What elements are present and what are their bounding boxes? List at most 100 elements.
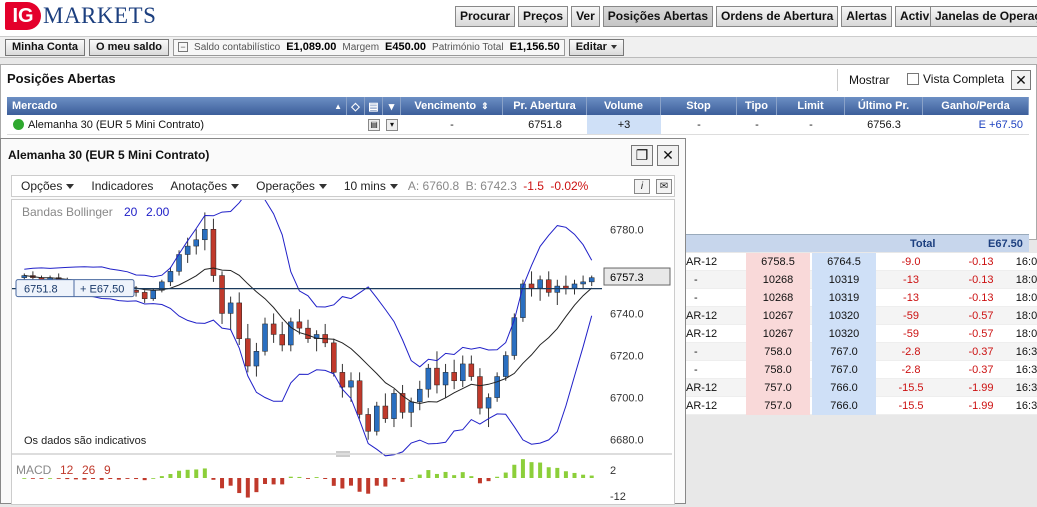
close-icon[interactable]: ✕: [657, 145, 679, 166]
saldo-label: Saldo contabilístico: [194, 41, 281, 53]
list-item[interactable]: - 758.0 767.0 -2.8 -0.37 16:3: [686, 343, 1037, 361]
order-sell[interactable]: 10268: [746, 271, 810, 289]
order-sell[interactable]: 10267: [746, 307, 810, 325]
posicoes-abertas-button[interactable]: Posições Abertas: [602, 6, 714, 27]
list-item[interactable]: - 758.0 767.0 -2.8 -0.37 16:3: [686, 361, 1037, 379]
row-mercado[interactable]: Alemanha 30 (EUR 5 Mini Contrato): [7, 115, 347, 134]
procurar-button[interactable]: Procurar: [455, 6, 516, 27]
order-buy[interactable]: 10319: [812, 271, 876, 289]
chart-icon[interactable]: ▤: [365, 97, 383, 115]
order-sell[interactable]: 757.0: [746, 379, 810, 397]
macd-bar: [194, 469, 199, 478]
order-time: 16:3: [1015, 364, 1037, 376]
close-icon[interactable]: ✕: [1011, 70, 1031, 90]
macd-bar: [99, 478, 104, 480]
row-pr-abertura: 6751.8: [528, 118, 562, 131]
order-sell[interactable]: 758.0: [746, 361, 810, 379]
interval-select[interactable]: 10 mins: [335, 179, 406, 193]
order-sell[interactable]: 6758.5: [746, 253, 810, 271]
editar-dropdown[interactable]: Editar: [568, 38, 624, 56]
order-sell[interactable]: 10267: [746, 325, 810, 343]
candle-body: [141, 292, 148, 299]
order-sell[interactable]: 758.0: [746, 343, 810, 361]
account-bar: Minha Conta O meu saldo − Saldo contabil…: [0, 36, 1037, 58]
bollinger-label: Bandas Bollinger: [22, 205, 113, 219]
order-buy[interactable]: 767.0: [812, 343, 876, 361]
info-icon[interactable]: i: [634, 179, 650, 194]
order-buy[interactable]: 766.0: [812, 397, 876, 415]
chevron-down-icon: [231, 183, 240, 189]
col-tipo[interactable]: Tipo: [737, 97, 777, 115]
order-buy[interactable]: 10320: [812, 307, 876, 325]
col-pr-abertura[interactable]: Pr. Abertura: [503, 97, 587, 115]
ordens-de-abertura-button[interactable]: Ordens de Abertura: [716, 6, 839, 27]
list-item[interactable]: AR-12 6758.5 6764.5 -9.0 -0.13 16:0: [686, 253, 1037, 271]
list-item[interactable]: AR-12 10267 10320 -59 -0.57 18:0: [686, 307, 1037, 325]
order-sell[interactable]: 757.0: [746, 397, 810, 415]
candle-body: [442, 372, 449, 386]
order-buy[interactable]: 767.0: [812, 361, 876, 379]
chart-area[interactable]: 6780.06760.06740.06720.06700.06680.06751…: [11, 190, 675, 505]
chart-icon[interactable]: ▤: [365, 115, 383, 134]
minha-conta-button[interactable]: Minha Conta: [5, 38, 85, 56]
order-buy[interactable]: 766.0: [812, 379, 876, 397]
table-row[interactable]: Alemanha 30 (EUR 5 Mini Contrato) ▤ ▾ - …: [7, 115, 1029, 135]
row-limit[interactable]: -: [777, 115, 845, 134]
meu-saldo-button[interactable]: O meu saldo: [89, 38, 170, 56]
ver-button[interactable]: Ver: [571, 6, 600, 27]
tag-icon[interactable]: ◇: [347, 97, 365, 115]
candle-body: [477, 376, 483, 409]
order-buy[interactable]: 6764.5: [812, 253, 876, 271]
list-item[interactable]: AR-12 10267 10320 -59 -0.57 18:0: [686, 325, 1037, 343]
mostrar-button[interactable]: Mostrar: [849, 73, 890, 87]
col-ganho[interactable]: Ganho/Perda: [923, 97, 1029, 115]
price-chart[interactable]: 6780.06760.06740.06720.06700.06680.06751…: [12, 190, 674, 504]
candle-body: [545, 279, 552, 293]
precos-button[interactable]: Preços: [518, 6, 569, 27]
candle-body: [580, 281, 586, 285]
positions-title: Posições Abertas: [7, 71, 116, 86]
total-value: E67.50: [988, 238, 1023, 250]
list-item[interactable]: AR-12 757.0 766.0 -15.5 -1.99 16:3: [686, 379, 1037, 397]
col-stop[interactable]: Stop: [661, 97, 737, 115]
list-item[interactable]: - 10268 10319 -13 -0.13 18:0: [686, 271, 1037, 289]
col-limit[interactable]: Limit: [777, 97, 845, 115]
janelas-de-operacao-button[interactable]: Janelas de Operaç: [930, 6, 1037, 27]
candle-body: [417, 388, 423, 403]
macd-bar: [529, 462, 534, 478]
order-expiry: -: [694, 346, 698, 358]
mail-icon[interactable]: ✉: [656, 179, 672, 194]
operacoes-menu[interactable]: Operações: [247, 179, 335, 193]
chart-window: Alemanha 30 (EUR 5 Mini Contrato) ❐ ✕ Op…: [0, 138, 686, 505]
vista-completa-toggle[interactable]: Vista Completa: [907, 72, 1004, 86]
total-label: Total: [910, 238, 936, 250]
restore-icon[interactable]: ❐: [631, 145, 653, 166]
chevron-down-icon[interactable]: ▾: [383, 115, 401, 134]
opcoes-menu[interactable]: Opções: [12, 179, 82, 193]
order-buy[interactable]: 10320: [812, 325, 876, 343]
candle-body: [563, 285, 569, 289]
order-buy[interactable]: 10319: [812, 289, 876, 307]
row-stop[interactable]: -: [661, 115, 737, 134]
col-mercado-label: Mercado: [12, 100, 58, 112]
alertas-button[interactable]: Alertas: [841, 6, 892, 27]
macd-bar: [374, 478, 379, 486]
indicadores-menu[interactable]: Indicadores: [82, 179, 161, 193]
chevron-down-icon[interactable]: ▾: [383, 97, 401, 115]
list-item[interactable]: - 10268 10319 -13 -0.13 18:0: [686, 289, 1037, 307]
row-volume[interactable]: +3: [587, 115, 661, 134]
col-ultimo[interactable]: Último Pr.: [845, 97, 923, 115]
col-mercado[interactable]: Mercado ▲: [7, 97, 347, 115]
anotacoes-menu[interactable]: Anotações: [161, 179, 247, 193]
candle-body: [451, 372, 457, 382]
order-time: 16:0: [1015, 256, 1037, 268]
vista-completa-checkbox[interactable]: [907, 73, 919, 85]
list-item[interactable]: AR-12 757.0 766.0 -15.5 -1.99 16:3: [686, 397, 1037, 415]
macd-label: MACD: [16, 463, 52, 477]
candle-body: [374, 405, 380, 432]
collapse-icon[interactable]: −: [178, 42, 189, 52]
order-sell[interactable]: 10268: [746, 289, 810, 307]
col-volume[interactable]: Volume: [587, 97, 661, 115]
col-vencimento[interactable]: Vencimento ⇕: [401, 97, 503, 115]
candle-body: [365, 414, 371, 432]
